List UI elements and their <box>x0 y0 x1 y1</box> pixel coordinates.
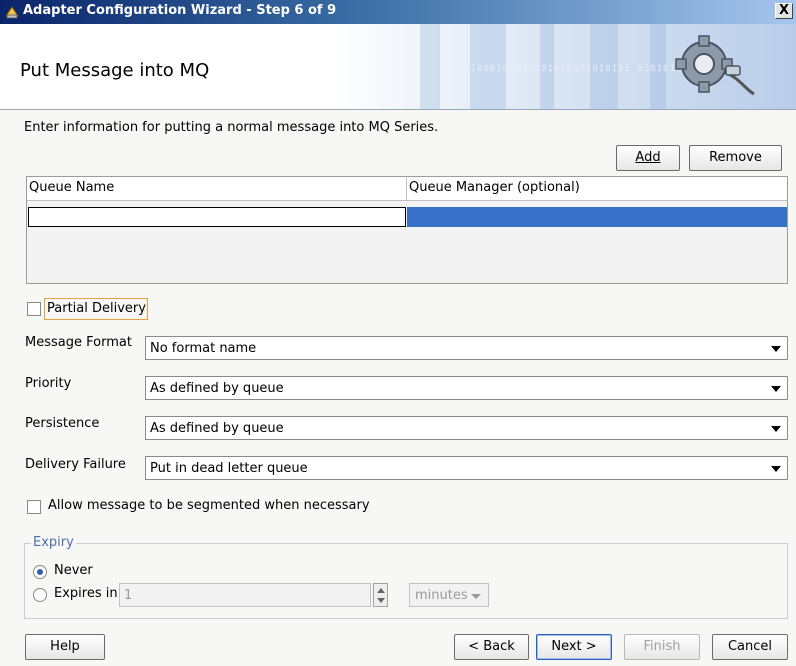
segmentation-label[interactable]: Allow message to be segmented when neces… <box>48 498 370 513</box>
expiry-unit-select[interactable]: minutes <box>409 583 489 607</box>
partial-delivery-checkbox[interactable] <box>27 302 41 316</box>
help-button[interactable]: Help <box>25 634 105 660</box>
chevron-down-icon <box>771 466 781 472</box>
persistence-select[interactable]: As defined by queue <box>145 416 788 440</box>
message-format-select[interactable]: No format name <box>145 336 788 360</box>
expires-in-radio[interactable] <box>33 588 47 602</box>
remove-button[interactable]: Remove <box>689 145 782 171</box>
back-button[interactable]: < Back <box>454 634 529 660</box>
column-header-queue-manager[interactable]: Queue Manager (optional) <box>407 177 787 201</box>
page-title: Put Message into MQ <box>20 60 210 81</box>
partial-delivery-label[interactable]: Partial Delivery <box>47 301 146 316</box>
column-header-queue-name[interactable]: Queue Name <box>27 177 407 201</box>
finish-button[interactable]: Finish <box>624 634 700 660</box>
chevron-down-icon <box>471 594 481 599</box>
priority-select[interactable]: As defined by queue <box>145 376 788 400</box>
close-icon: X <box>778 3 790 18</box>
close-button[interactable]: X <box>775 3 793 19</box>
spinner-icon[interactable] <box>373 583 388 607</box>
wizard-header: 01010101010101010101010101 0101010101010… <box>0 24 796 110</box>
queue-name-cell[interactable] <box>28 207 406 227</box>
title-bar: Adapter Configuration Wizard - Step 6 of… <box>0 0 796 24</box>
delivery-failure-select[interactable]: Put in dead letter queue <box>145 456 788 480</box>
queue-table[interactable]: Queue Name Queue Manager (optional) <box>26 176 788 284</box>
expiry-group <box>24 543 788 619</box>
add-button[interactable]: Add <box>616 145 680 171</box>
chevron-down-icon <box>771 426 781 432</box>
cancel-button[interactable]: Cancel <box>712 634 788 660</box>
never-label[interactable]: Never <box>54 563 93 578</box>
message-format-label: Message Format <box>25 335 132 350</box>
instructions-text: Enter information for putting a normal m… <box>24 120 439 135</box>
wizard-window: Adapter Configuration Wizard - Step 6 of… <box>0 0 796 666</box>
never-radio[interactable] <box>33 565 47 579</box>
delivery-failure-label: Delivery Failure <box>25 457 126 472</box>
priority-label: Priority <box>25 376 72 391</box>
chevron-down-icon <box>771 386 781 392</box>
expiry-amount-input[interactable]: 1 <box>119 583 371 607</box>
chevron-down-icon <box>771 346 781 352</box>
next-button[interactable]: Next > <box>536 634 612 660</box>
persistence-label: Persistence <box>25 416 100 431</box>
window-title: Adapter Configuration Wizard - Step 6 of… <box>23 3 337 18</box>
queue-manager-cell[interactable] <box>407 207 787 227</box>
expires-in-label[interactable]: Expires in <box>54 586 118 601</box>
app-icon <box>5 6 19 19</box>
segmentation-checkbox[interactable] <box>27 500 41 514</box>
expiry-legend: Expiry <box>31 535 76 550</box>
gear-adapter-icon <box>675 35 755 96</box>
